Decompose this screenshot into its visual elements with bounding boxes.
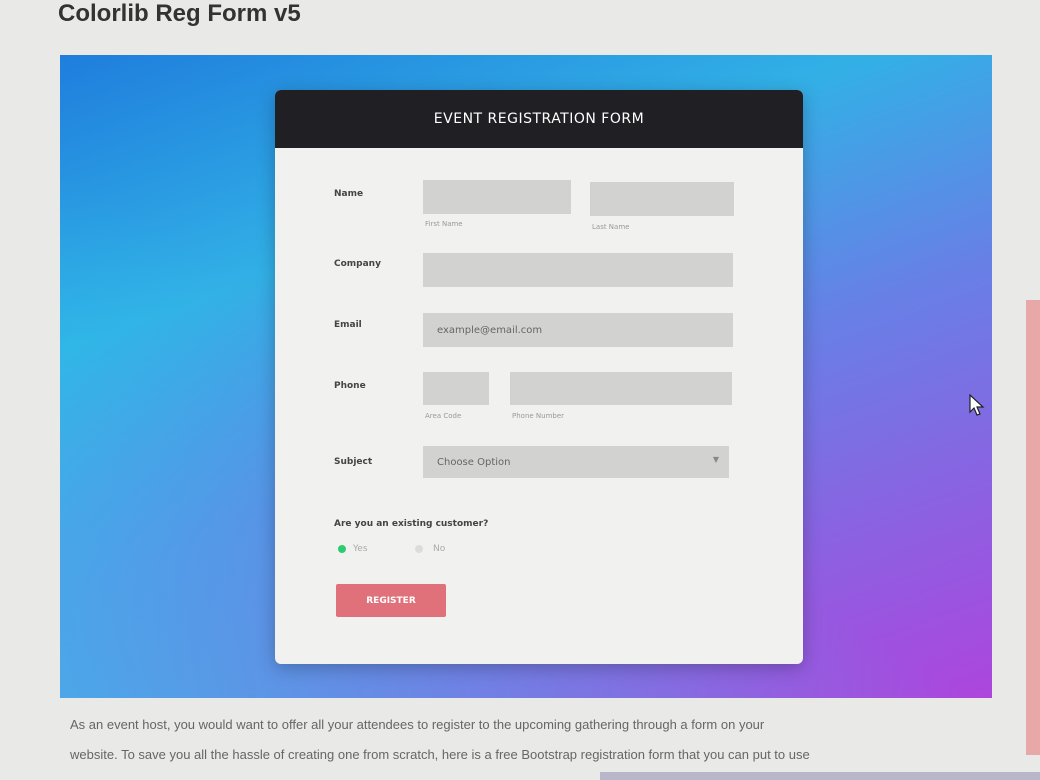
description-line-1: As an event host, you would want to offe…: [70, 717, 765, 732]
yes-label: Yes: [353, 544, 368, 554]
company-label: Company: [334, 259, 381, 269]
registration-form-card: EVENT REGISTRATION FORM Name First Name …: [275, 90, 803, 664]
email-placeholder: example@email.com: [437, 324, 543, 336]
subject-selected-value: Choose Option: [437, 456, 511, 468]
area-code-sublabel: Area Code: [425, 412, 462, 420]
first-name-input[interactable]: [423, 180, 571, 214]
last-name-sublabel: Last Name: [592, 223, 630, 231]
description-line-2: website. To save you all the hassle of c…: [70, 747, 810, 762]
subject-select[interactable]: Choose Option ▼: [423, 446, 729, 478]
chevron-down-icon: ▼: [712, 455, 719, 464]
phone-label: Phone: [334, 381, 366, 391]
taskbar-strip: [600, 772, 1040, 780]
side-edge: [1026, 300, 1040, 755]
register-button[interactable]: REGISTER: [336, 584, 446, 617]
page-title: Colorlib Reg Form v5: [58, 0, 301, 27]
yes-radio[interactable]: [338, 545, 346, 553]
company-input[interactable]: [423, 253, 733, 287]
subject-label: Subject: [334, 457, 373, 467]
page-description: As an event host, you would want to offe…: [70, 710, 1000, 770]
area-code-input[interactable]: [423, 372, 489, 405]
phone-number-input[interactable]: [510, 372, 732, 405]
last-name-input[interactable]: [590, 182, 734, 216]
email-label: Email: [334, 320, 362, 330]
no-label: No: [433, 544, 446, 554]
mouse-cursor-icon: [969, 394, 985, 416]
phone-number-sublabel: Phone Number: [512, 412, 565, 420]
no-radio[interactable]: [415, 545, 423, 553]
email-input[interactable]: example@email.com: [423, 313, 733, 347]
customer-question: Are you an existing customer?: [334, 519, 489, 529]
form-header: EVENT REGISTRATION FORM: [275, 90, 803, 148]
name-label: Name: [334, 189, 364, 199]
first-name-sublabel: First Name: [425, 220, 463, 228]
